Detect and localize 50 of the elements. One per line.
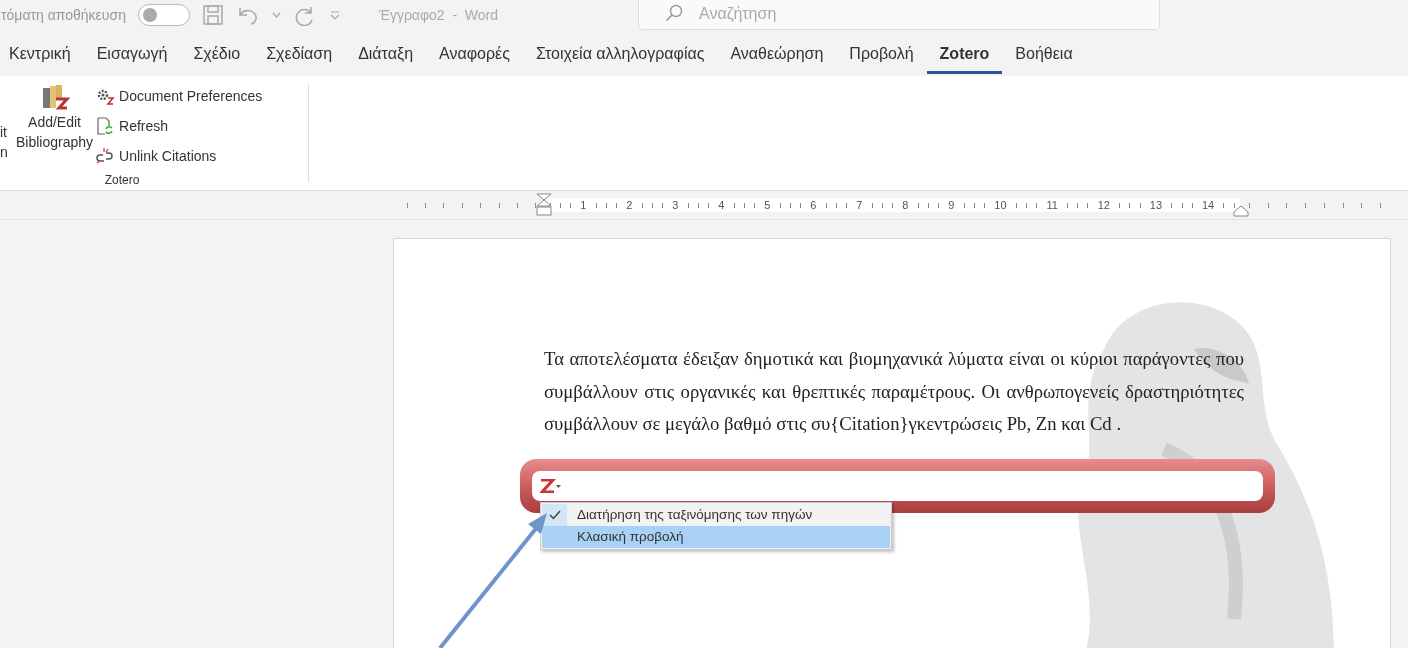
ribbon-tab[interactable]: Αναθεώρηση	[717, 32, 837, 74]
indent-marker-icon[interactable]	[536, 193, 552, 217]
citation-search-field[interactable]	[532, 470, 1263, 501]
autosave-toggle[interactable]	[137, 4, 190, 26]
save-icon[interactable]	[201, 4, 224, 26]
right-indent-marker-icon[interactable]	[1233, 205, 1249, 217]
search-icon	[665, 4, 683, 22]
ruler-number: 14	[1201, 199, 1215, 211]
add-edit-bibliography-button[interactable]: Add/Edit Bibliography	[16, 82, 94, 169]
ruler-number: 5	[764, 199, 771, 211]
ribbon-button[interactable]: Unlink Citations	[95, 142, 263, 169]
ruler-number: 12	[1097, 199, 1110, 211]
ribbon-button[interactable]: Document Preferences	[95, 82, 263, 109]
ribbon-tab[interactable]: Βοήθεια	[1002, 32, 1086, 74]
ruler-number: 8	[902, 199, 909, 211]
ribbon-tab[interactable]: Σχέδιο	[180, 32, 254, 74]
ruler-number: 6	[810, 199, 817, 211]
ruler-number: 10	[994, 199, 1007, 211]
ruler[interactable]: 1 2 3 4 5 6 7 8 9 10 11 12 13 14	[398, 192, 1390, 218]
zotero-menu-button[interactable]	[540, 478, 562, 493]
ruler-number: 7	[856, 199, 863, 211]
ruler-number: 3	[672, 199, 679, 211]
ribbon-tab[interactable]: Αναφορές	[426, 32, 523, 74]
menu-item[interactable]: Διατήρηση της ταξινόμησης των πηγών	[542, 503, 890, 526]
customize-caret-icon[interactable]	[328, 10, 341, 20]
menu-item[interactable]: Κλασική προβολή	[542, 525, 890, 548]
ruler-number: 13	[1149, 199, 1163, 211]
group-label: Zotero	[104, 173, 140, 187]
body-paragraph: Τα αποτελέσματα έδειξαν δημοτικά και βιομηχανικά λύματα είναι οι κύριοι παράγοντες που συμβάλλουν στις οργανικές και θρεπτικές παραμέτρους. Οι ανθρωπογενείς δραστηριότητες συμβάλλουν σε μεγάλο βαθμό στις συ{Citation}γκεντρώσεις Pb, Zn και Cd .	[544, 347, 1244, 436]
ribbon-tab[interactable]: Διάταξη	[345, 32, 427, 74]
ruler-number: 9	[948, 199, 955, 211]
ribbon-tab[interactable]: Zotero	[926, 32, 1003, 74]
search-field[interactable]: Αναζήτηση	[638, 0, 1160, 30]
window-title: Έγγραφο2 - Word	[378, 7, 499, 23]
ribbon-tab[interactable]: Στοιχεία αλληλογραφίας	[522, 32, 718, 74]
ribbon-button[interactable]: it n	[0, 82, 14, 169]
caret-icon[interactable]	[271, 12, 281, 18]
ribbon-tab[interactable]: Σχεδίαση	[253, 32, 346, 74]
broken-link-icon	[95, 146, 116, 165]
ruler-number: 2	[626, 199, 633, 211]
ribbon-button[interactable]: Refresh	[95, 112, 263, 139]
ribbon-tab[interactable]: Εισαγωγή	[83, 32, 181, 74]
ribbon-tab[interactable]: Κεντρική	[0, 32, 84, 74]
ruler-number: 4	[718, 199, 725, 211]
ruler-number: 11	[1046, 199, 1058, 211]
ruler-number: 1	[580, 199, 587, 211]
document-refresh-icon	[95, 116, 116, 135]
z-logo-icon	[540, 478, 562, 493]
autosave-label: τόματη αποθήκευση	[1, 7, 126, 23]
ribbon-tab[interactable]: Προβολή	[836, 32, 927, 74]
